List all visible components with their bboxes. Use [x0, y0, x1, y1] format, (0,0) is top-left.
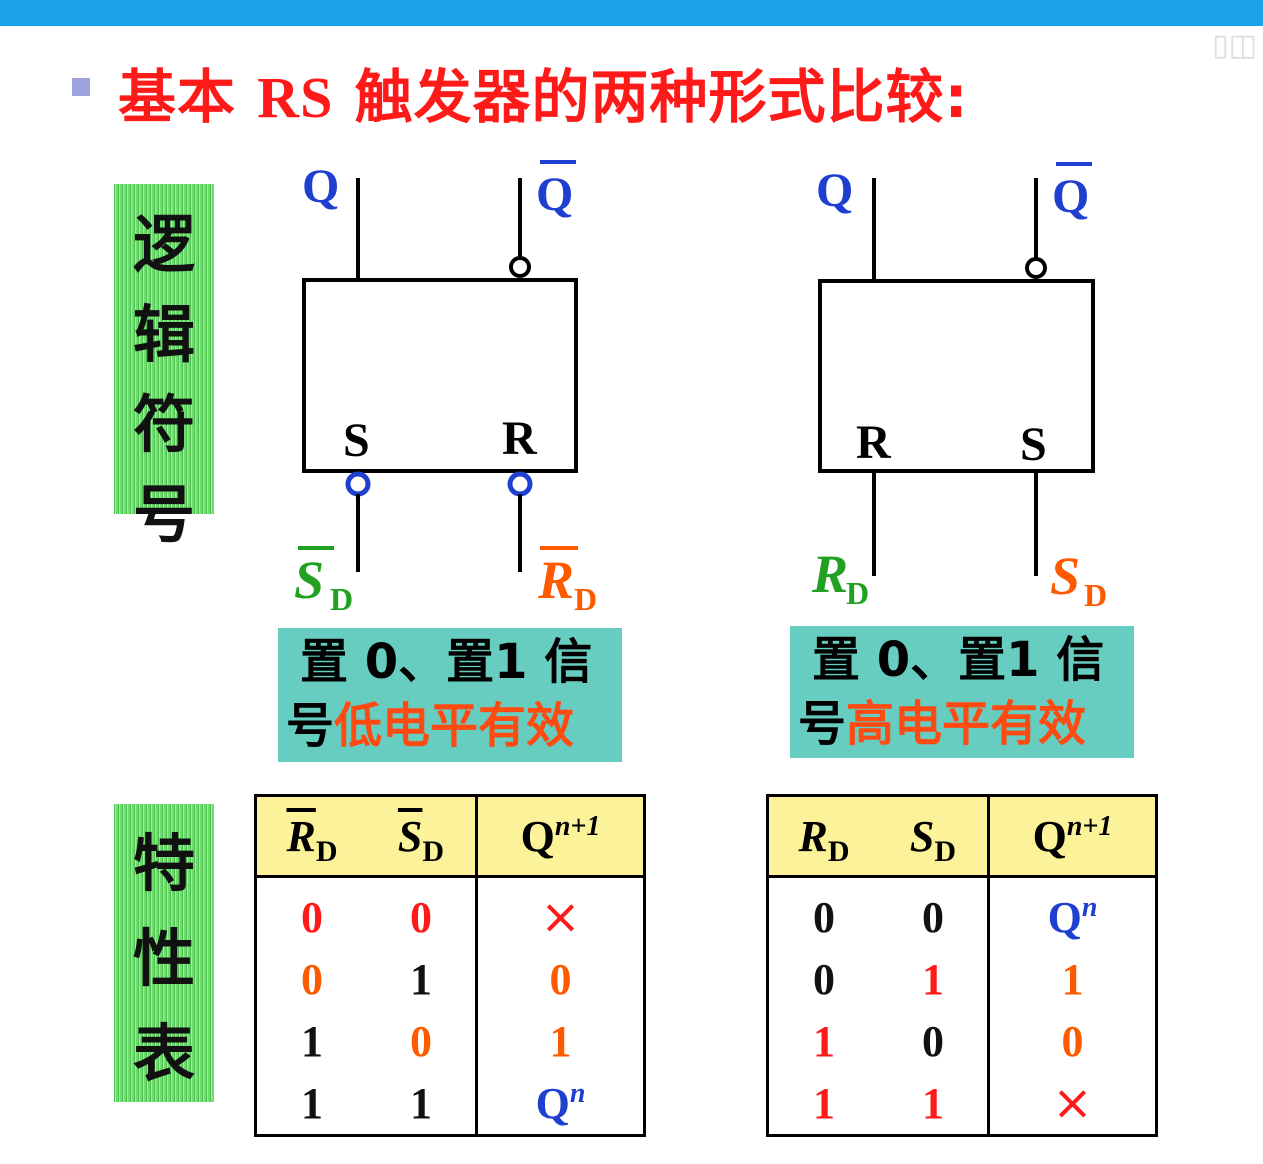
col-header-sd: SD: [879, 795, 989, 878]
left-flipflop-symbol: Q Q S R S D R D: [294, 160, 597, 617]
table-row: 0 0 ×: [256, 876, 645, 948]
table-row: 1 0 1: [256, 1010, 645, 1072]
header-q: Q: [1032, 811, 1067, 861]
left-qbar-label: Q: [536, 168, 573, 221]
col-header-qn1: Qn+1: [475, 795, 645, 878]
right-rd-sub: D: [846, 575, 869, 611]
col-header-rd: RD: [255, 795, 367, 878]
header-sup: n+1: [1066, 810, 1113, 842]
table-row: 0 0 Qn: [768, 876, 1157, 948]
note-line2-prefix: 号: [286, 698, 335, 754]
cell-cross: ×: [987, 1072, 1157, 1136]
right-sd-sub: D: [1084, 577, 1107, 613]
header-sub: D: [827, 834, 850, 868]
side-char: 性: [132, 921, 195, 995]
left-s-bubble: [345, 471, 371, 497]
cell: 0: [410, 892, 432, 942]
left-s-label: S: [343, 414, 370, 467]
table-row: 1 1 Qn: [256, 1072, 645, 1136]
cell-q: Q: [1047, 892, 1082, 942]
note-low-level-active: 置 0、置1 信 号低电平有效: [278, 628, 622, 762]
header-sub: D: [934, 834, 957, 868]
left-sd-label: S: [294, 550, 324, 610]
left-rd-label: R: [537, 550, 574, 610]
left-qbar-bubble: [509, 256, 531, 278]
col-header-qn1: Qn+1: [987, 795, 1157, 878]
right-qbar-bubble: [1025, 257, 1047, 279]
table-row: 0 1 0: [256, 948, 645, 1010]
header-q: Q: [520, 811, 555, 861]
cell: 0: [475, 948, 645, 1010]
header-r: R: [286, 811, 316, 861]
cell: 0: [922, 1016, 944, 1066]
cell-sup: n: [569, 1077, 586, 1109]
right-rd-label: R: [811, 544, 848, 604]
cell-qn: Qn: [475, 1072, 645, 1136]
truth-table-high-active: RD SD Qn+1 0 0 Qn 0 1 1 1 0 0 1 1 ×: [766, 794, 1158, 1137]
col-header-sd: SD: [367, 795, 477, 878]
header-r: R: [798, 811, 828, 861]
note-high-level-active: 置 0、置1 信 号高电平有效: [790, 626, 1134, 758]
side-char: 特: [132, 826, 195, 900]
cell-q: Q: [535, 1078, 570, 1128]
side-char: 表: [132, 1017, 195, 1091]
cell-sup: n: [1081, 891, 1098, 923]
cell: 1: [987, 948, 1157, 1010]
cell: 1: [410, 954, 432, 1004]
note-line2: 号低电平有效: [286, 694, 616, 758]
note-line2-prefix: 号: [798, 696, 847, 752]
truth-table-low-active: RD SD Qn+1 0 0 × 0 1 0 1 0 1 1 1 Qn: [254, 794, 646, 1137]
cell-text: ×: [1052, 1075, 1093, 1131]
side-label-char-table: 特 性 表: [114, 804, 214, 1102]
left-rd-sub: D: [574, 581, 597, 617]
header-sub: D: [422, 834, 445, 868]
cell: 1: [301, 1016, 323, 1066]
logic-symbols: Q Q S R S D R D Q Q R S R D S D: [294, 160, 1107, 617]
cell: 0: [813, 954, 835, 1004]
header-sub: D: [315, 834, 338, 868]
cell: 0: [813, 892, 835, 942]
cell: 0: [301, 954, 323, 1004]
cell: 0: [922, 892, 944, 942]
table-header-row: RD SD Qn+1: [767, 795, 1157, 878]
note-line2-highlight: 高电平有效: [846, 696, 1087, 752]
header-sup: n+1: [554, 810, 601, 842]
cell: 1: [410, 1078, 432, 1128]
cell: 1: [813, 1078, 835, 1128]
cell-cross: ×: [475, 876, 645, 948]
table-row: 1 0 0: [768, 1010, 1157, 1072]
note-line2-highlight: 低电平有效: [334, 698, 575, 754]
note-line1: 置 0、置1 信: [812, 632, 1105, 688]
table-row: 0 1 1: [768, 948, 1157, 1010]
header-s: S: [909, 811, 935, 861]
cell: 1: [922, 1078, 944, 1128]
right-q-label: Q: [816, 164, 853, 217]
cell-qn: Qn: [987, 876, 1157, 948]
right-s-label: S: [1020, 418, 1047, 471]
note-line2: 号高电平有效: [798, 692, 1128, 756]
right-sd-label: S: [1050, 546, 1080, 606]
left-q-label: Q: [302, 160, 339, 213]
cell: 0: [987, 1010, 1157, 1072]
cell: 0: [301, 892, 323, 942]
cell: 1: [475, 1010, 645, 1072]
left-sd-sub: D: [330, 581, 353, 617]
cell-text: ×: [540, 889, 581, 945]
right-r-label: R: [856, 416, 892, 469]
cell: 1: [813, 1016, 835, 1066]
right-qbar-label: Q: [1052, 170, 1089, 223]
table-row: 1 1 ×: [768, 1072, 1157, 1136]
col-header-rd: RD: [767, 795, 879, 878]
cell: 1: [301, 1078, 323, 1128]
table-header-row: RD SD Qn+1: [255, 795, 645, 878]
right-flipflop-symbol: Q Q R S R D S D: [811, 162, 1107, 613]
cell: 1: [922, 954, 944, 1004]
left-r-label: R: [502, 412, 538, 465]
note-line1: 置 0、置1 信: [300, 634, 593, 690]
header-s: S: [397, 811, 423, 861]
left-r-bubble: [507, 471, 533, 497]
cell: 0: [410, 1016, 432, 1066]
